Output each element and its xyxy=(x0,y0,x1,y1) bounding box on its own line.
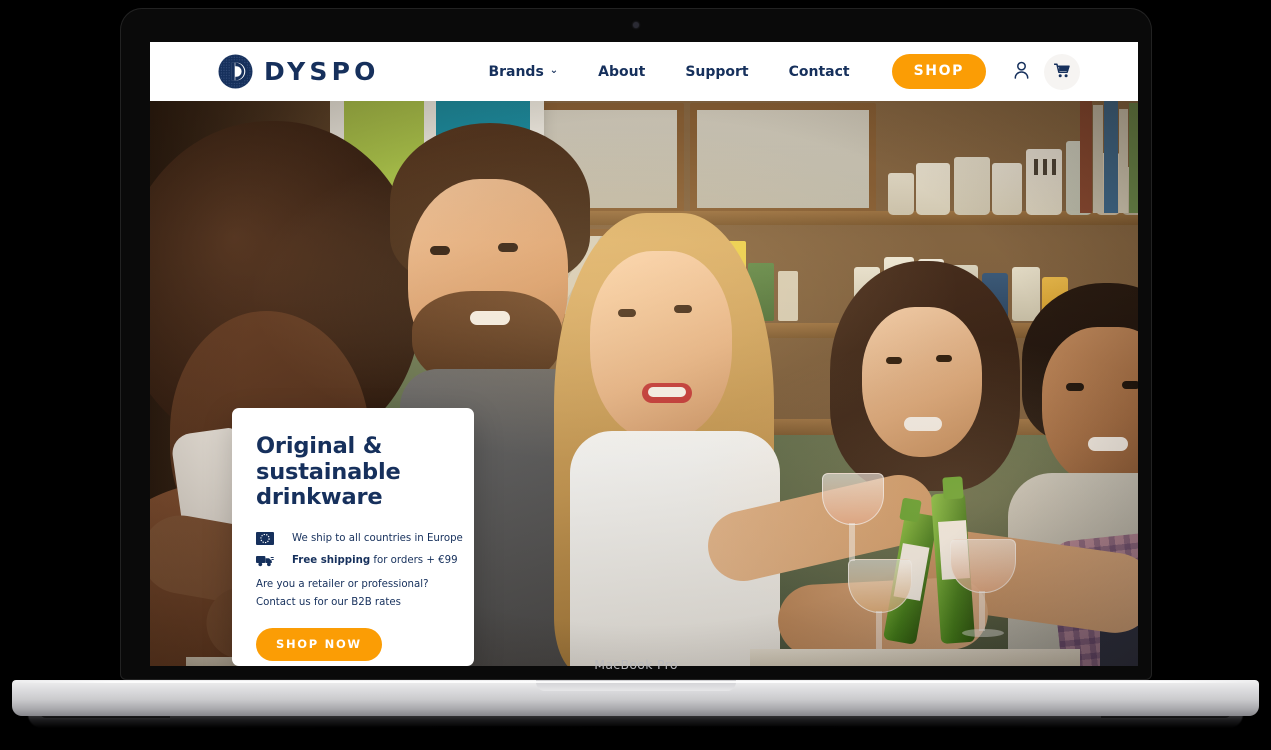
hero-title-line-2: sustainable xyxy=(256,458,401,485)
hero-title-line-3: drinkware xyxy=(256,484,383,510)
user-account-icon xyxy=(1013,61,1030,82)
chevron-down-icon: ⌄ xyxy=(549,65,559,76)
nav-item-about-label: About xyxy=(598,63,646,80)
ground-shadow xyxy=(0,726,1271,746)
hero-section: Original & sustainable drinkware We ship… xyxy=(150,101,1138,666)
eu-flag-icon xyxy=(256,531,274,546)
camera-dot-icon xyxy=(633,22,639,28)
dyspo-circle-d-logo-icon xyxy=(218,54,253,89)
hero-b2b-block: Are you a retailer or professional? Cont… xyxy=(256,579,450,608)
brand-logo[interactable]: DYSPO xyxy=(218,54,380,89)
feature-shipping-europe: We ship to all countries in Europe xyxy=(256,531,463,546)
nav-item-brands[interactable]: Brands ⌄ xyxy=(468,64,578,80)
feature-free-shipping-bold: Free shipping xyxy=(292,555,371,566)
nav-item-brands-label: Brands xyxy=(488,63,544,80)
shopping-cart-icon xyxy=(1053,62,1070,81)
delivery-truck-icon xyxy=(256,554,274,568)
macbook-lid: DYSPO Brands ⌄ About Support Contact SHO… xyxy=(120,8,1152,680)
feature-free-shipping: Free shipping for orders + €99 xyxy=(256,554,458,568)
b2b-contact: Contact us for our B2B rates xyxy=(256,596,401,608)
nav-item-support-label: Support xyxy=(685,63,749,80)
account-button[interactable] xyxy=(1006,57,1036,87)
browser-screen: DYSPO Brands ⌄ About Support Contact SHO… xyxy=(150,42,1138,666)
nav-item-about[interactable]: About xyxy=(578,64,665,80)
feature-shipping-europe-label: We ship to all countries in Europe xyxy=(292,533,463,544)
brand-wordmark: DYSPO xyxy=(264,57,380,86)
shop-now-button[interactable]: SHOP NOW xyxy=(256,627,382,661)
cart-button[interactable] xyxy=(1044,53,1080,90)
feature-free-shipping-rest: for orders + €99 xyxy=(370,555,458,566)
site-header: DYSPO Brands ⌄ About Support Contact SHO… xyxy=(150,42,1138,101)
b2b-question: Are you a retailer or professional? xyxy=(256,578,429,590)
macbook-base xyxy=(12,680,1259,716)
feature-free-shipping-label: Free shipping for orders + €99 xyxy=(292,555,458,566)
nav-item-contact[interactable]: Contact xyxy=(769,64,870,80)
shop-button[interactable]: SHOP xyxy=(891,54,986,89)
hero-title-line-1: Original & xyxy=(256,433,383,459)
hero-feature-list: We ship to all countries in Europe Free … xyxy=(256,531,463,568)
hero-title: Original & sustainable drinkware xyxy=(256,433,450,511)
hero-promo-card: Original & sustainable drinkware We ship… xyxy=(232,408,474,666)
main-navigation: Brands ⌄ About Support Contact SHOP xyxy=(468,53,1138,90)
mockup-scene: DYSPO Brands ⌄ About Support Contact SHO… xyxy=(0,0,1271,750)
macbook-base-highlight xyxy=(12,681,1259,683)
nav-item-support[interactable]: Support xyxy=(665,64,768,80)
nav-item-contact-label: Contact xyxy=(788,63,850,80)
